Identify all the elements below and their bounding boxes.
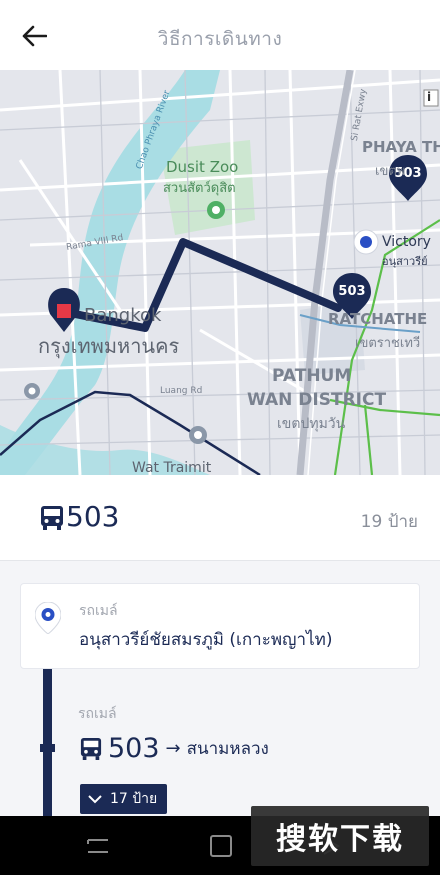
watermark-text: 搜软下载 bbox=[276, 822, 404, 857]
map-canvas bbox=[0, 70, 440, 475]
timeline-line bbox=[43, 661, 52, 816]
origin-stop-card[interactable]: รถเมล์ อนุสาวรีย์ชัยสมรภูมิ (เกาะพญาไท) bbox=[20, 583, 420, 669]
route-bus-number: 503 bbox=[66, 500, 120, 533]
bus-marker-503-north[interactable]: 503 bbox=[389, 155, 427, 201]
bus-icon bbox=[41, 506, 63, 530]
stops-expand-label: 17 ป้าย bbox=[110, 791, 158, 807]
page-title: วิธีการเดินทาง bbox=[157, 28, 283, 50]
route-summary[interactable]: 503 19 ป้าย bbox=[0, 475, 440, 561]
stops-expand-button[interactable]: 17 ป้าย bbox=[80, 784, 168, 814]
nav-back-icon[interactable] bbox=[84, 834, 112, 858]
route-map[interactable]: 503 503 i Dusit Zoo สวนสัตว์ดุสิต Bangko… bbox=[0, 70, 440, 475]
origin-type-label: รถเมล์ bbox=[79, 603, 118, 619]
chevron-down-icon bbox=[88, 795, 102, 804]
segment-type-label: รถเมล์ bbox=[78, 706, 117, 722]
origin-stop-name: อนุสาวรีย์ชัยสมรภูมิ (เกาะพญาไท) bbox=[79, 630, 333, 650]
watermark: 搜软下载 bbox=[251, 806, 429, 866]
segment-destination: สนามหลวง bbox=[186, 739, 269, 759]
segment-bus-row: 503 → สนามหลวง bbox=[80, 733, 269, 764]
segment-bus-number: 503 bbox=[108, 733, 160, 764]
location-pin-icon bbox=[35, 602, 61, 634]
bus-marker-503-south[interactable]: 503 bbox=[333, 273, 371, 319]
app-header: วิธีการเดินทาง bbox=[0, 0, 440, 70]
bus-marker-label: 503 bbox=[394, 166, 422, 181]
nav-recents-icon[interactable] bbox=[208, 833, 234, 859]
bus-marker-label: 503 bbox=[338, 284, 366, 299]
timeline-stop-tick bbox=[40, 744, 55, 752]
route-stop-count: 19 ป้าย bbox=[360, 512, 418, 532]
itinerary-details: รถเมล์ อนุสาวรีย์ชัยสมรภูมิ (เกาะพญาไท) … bbox=[0, 561, 440, 816]
bus-icon bbox=[80, 737, 102, 760]
arrow-right-icon: → bbox=[165, 738, 181, 759]
